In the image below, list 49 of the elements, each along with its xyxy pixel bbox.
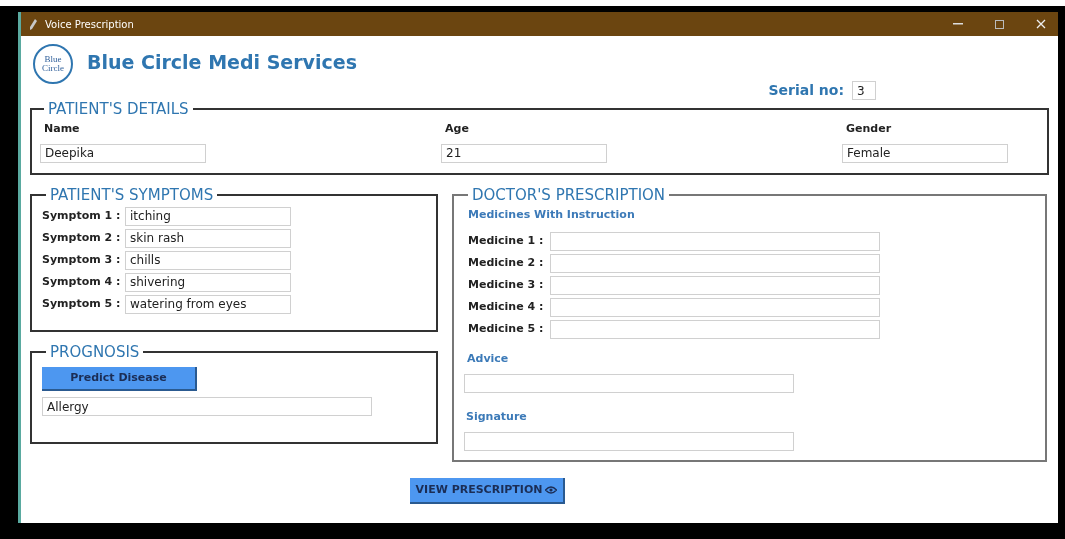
predict-disease-button[interactable]: Predict Disease: [42, 366, 197, 391]
group-title: PROGNOSIS: [50, 342, 140, 361]
medicine-label: Medicine 3 :: [468, 277, 545, 294]
field-label: Signature: [466, 408, 528, 425]
symptom-label: Symptom 1 :: [42, 207, 122, 224]
group-title: DOCTOR'S PRESCRIPTION: [472, 185, 666, 204]
text-field[interactable]: chills: [125, 250, 291, 270]
logo-text: Circle: [42, 64, 64, 73]
symptom-label: Symptom 4 :: [42, 273, 122, 290]
symptom-label: Symptom 5 :: [42, 295, 122, 312]
group-title: PATIENT'S DETAILS: [48, 100, 189, 118]
text-field[interactable]: [550, 298, 880, 317]
eye-icon: [545, 486, 558, 494]
text-field[interactable]: watering from eyes: [125, 294, 291, 314]
medicine-label: Medicine 5 :: [468, 321, 545, 338]
medicine-label: Medicine 4 :: [468, 299, 545, 316]
section-heading: Medicines With Instruction: [468, 206, 636, 223]
text-field[interactable]: Female: [842, 143, 1008, 163]
text-field[interactable]: [550, 276, 880, 295]
field-label: Name: [43, 121, 81, 137]
text-field[interactable]: [550, 232, 880, 251]
text-field[interactable]: [550, 320, 880, 339]
text-field[interactable]: [464, 431, 794, 451]
medicine-label: Medicine 2 :: [468, 255, 545, 272]
minimize-icon[interactable]: [953, 23, 963, 25]
app-title: Blue Circle Medi Services: [87, 50, 357, 75]
text-field[interactable]: Allergy: [42, 397, 372, 417]
medicine-label: Medicine 1 :: [468, 233, 545, 250]
maximize-icon[interactable]: [995, 19, 1004, 29]
group-title: PATIENT'S SYMPTOMS: [50, 185, 214, 204]
close-icon[interactable]: [1036, 19, 1046, 29]
text-field[interactable]: shivering: [125, 272, 291, 292]
field-label: Advice: [467, 351, 510, 367]
window-title: Voice Prescription: [45, 17, 134, 32]
text-field[interactable]: 3: [852, 81, 876, 100]
pen-icon: [29, 18, 37, 30]
view-prescription-button[interactable]: VIEW PRESCRIPTION: [410, 478, 565, 504]
field-label: Gender: [845, 121, 893, 137]
logo-text: Blue: [44, 55, 62, 64]
field-label: Age: [444, 121, 470, 137]
symptom-label: Symptom 3 :: [42, 251, 122, 268]
text-field[interactable]: Deepika: [40, 143, 206, 163]
text-field[interactable]: [464, 374, 794, 393]
text-field[interactable]: skin rash: [125, 228, 291, 248]
text-field[interactable]: itching: [125, 206, 291, 226]
symptom-label: Symptom 2 :: [42, 229, 122, 246]
serial-label: Serial no:: [768, 81, 844, 100]
text-field[interactable]: [550, 254, 880, 273]
text-field[interactable]: 21: [441, 143, 607, 163]
